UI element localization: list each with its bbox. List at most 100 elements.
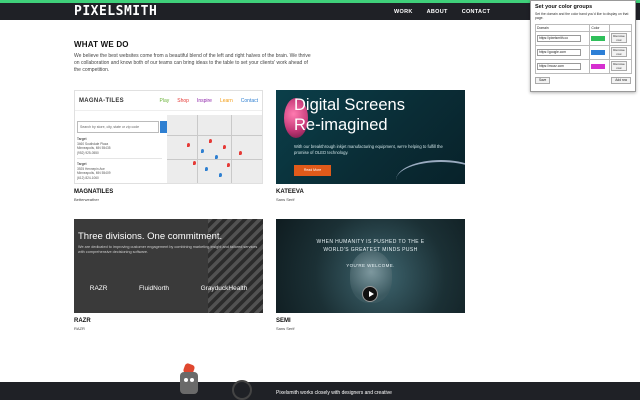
read-more-button: Read More [294, 165, 331, 176]
thumb-link: Shop [177, 97, 189, 104]
thumb-text-line: WHEN HUMANITY IS PUSHED TO THE E [316, 239, 425, 245]
map-pin-icon [219, 173, 222, 177]
thumb-body: With our breakthrough inkjet manufacturi… [294, 144, 443, 155]
headline-line: Re-imagined [294, 116, 388, 134]
color-swatch[interactable] [591, 49, 606, 55]
thumb-body: We are dedicated to improving customer e… [78, 245, 258, 254]
thumb-headline: Digital Screens Re-imagined [294, 95, 405, 135]
project-thumbnail[interactable]: WHEN HUMANITY IS PUSHED TO THE E WORLD'S… [276, 219, 465, 313]
action-cell: Remove row [609, 58, 632, 74]
nav-work[interactable]: WORK [394, 9, 413, 15]
project-subtitle: Sans Serif [276, 197, 295, 202]
map-road [167, 135, 262, 136]
project-thumbnail[interactable]: Three divisions. One commitment. We are … [74, 219, 263, 313]
table-row: https://pixelsmith.co Remove row [534, 30, 632, 46]
store-phone: (952) 925-0550 [77, 150, 99, 155]
map-pin-icon [227, 163, 230, 167]
action-cell: Remove row [609, 30, 632, 46]
map-road [197, 115, 198, 183]
project-subtitle: Betterweather [74, 197, 99, 202]
decorative-arc [396, 160, 465, 184]
thumb-link: Play [159, 97, 170, 104]
column-header-color: Color [589, 23, 611, 32]
action-cell: Remove row [609, 44, 632, 60]
map-pin-icon [209, 139, 212, 143]
color-swatch[interactable] [591, 63, 606, 69]
color-groups-table: Domain Color https://pixelsmith.co Remov… [534, 23, 632, 74]
project-title[interactable]: RAZR [74, 318, 263, 324]
thumb-link: Contact [240, 97, 258, 104]
project-title[interactable]: SEMI [276, 318, 465, 324]
project-title[interactable]: MAGNATILES [74, 189, 263, 195]
thumb-store-list: Target 3460 Southdale Plaza Minneapolis,… [77, 137, 162, 180]
domain-input[interactable]: https://google.com [537, 48, 581, 56]
project-thumbnail[interactable]: MAGNA-TILES Play Shop Inspire Learn Cont… [74, 90, 263, 184]
map-pin-icon [201, 149, 204, 153]
domain-cell: https://mozz.com [534, 58, 591, 74]
brand-logo: GrayduckHealth [200, 285, 248, 292]
section-title: WHAT WE DO [74, 40, 129, 49]
map-road [231, 115, 232, 183]
thumb-map [167, 115, 262, 183]
divider [77, 158, 162, 159]
section-intro: We believe the best websites come from a… [74, 53, 311, 73]
thumb-text-line: YOU'RE WELCOME. [346, 263, 395, 268]
project-thumbnail[interactable]: Digital Screens Re-imagined With our bre… [276, 90, 465, 184]
add-row-button[interactable]: Add row [611, 76, 631, 84]
color-cell [589, 44, 611, 60]
thumb-links: Play Shop Inspire Learn Contact [160, 98, 258, 104]
site-footer: Pixelsmith works closely with designers … [0, 382, 640, 400]
thumb-link: Inspire [196, 97, 212, 104]
color-swatch[interactable] [591, 35, 606, 41]
popup-description: Set the domain and the color band you'd … [535, 12, 629, 21]
robot-mascot-icon [178, 362, 200, 400]
remove-row-button[interactable]: Remove row [611, 47, 628, 58]
thumb-headline: Three divisions. One commitment. [78, 231, 223, 242]
save-button[interactable]: Save [535, 76, 551, 84]
thumb-text-line: WORLD'S GREATEST MINDS PUSH [323, 247, 418, 253]
store-phone: (612) 824-1060 [77, 175, 99, 180]
headline-line: Digital Screens [294, 96, 405, 114]
column-header-actions [609, 23, 632, 32]
project-title[interactable]: KATEEVA [276, 189, 465, 195]
play-icon[interactable] [362, 286, 378, 302]
domain-input[interactable]: https://mozz.com [537, 62, 581, 70]
domain-input[interactable]: https://pixelsmith.co [537, 34, 581, 42]
footer-text: Pixelsmith works closely with designers … [276, 390, 392, 396]
nav-about[interactable]: ABOUT [427, 9, 448, 15]
thumb-logo: MAGNA-TILES [79, 97, 124, 104]
color-groups-popup: Set your color groups Set the domain and… [530, 0, 636, 92]
brand-logo: FluidNorth [139, 285, 170, 292]
project-subtitle: RAZR [74, 326, 85, 331]
project-card-magnatiles[interactable]: MAGNA-TILES Play Shop Inspire Learn Cont… [74, 90, 263, 202]
table-row: https://google.com Remove row [534, 44, 632, 60]
remove-row-button[interactable]: Remove row [611, 33, 628, 44]
popup-title: Set your color groups [535, 4, 593, 10]
nav-contact[interactable]: CONTACT [462, 9, 491, 15]
map-pin-icon [187, 143, 190, 147]
list-item: Target 3460 Southdale Plaza Minneapolis,… [77, 137, 162, 155]
map-pin-icon [223, 145, 226, 149]
map-road [167, 159, 262, 160]
color-cell [589, 30, 611, 46]
domain-cell: https://pixelsmith.co [534, 30, 591, 46]
project-card-razr[interactable]: Three divisions. One commitment. We are … [74, 219, 263, 331]
map-pin-icon [239, 151, 242, 155]
remove-row-button[interactable]: Remove row [611, 61, 628, 72]
project-card-semi[interactable]: WHEN HUMANITY IS PUSHED TO THE E WORLD'S… [276, 219, 465, 331]
thumb-search-field: Search by store, city, state or zip code [77, 121, 159, 133]
brand-logo: RAZR [89, 285, 108, 292]
site-logo[interactable]: PIXELSMITH [74, 4, 157, 19]
project-card-kateeva[interactable]: Digital Screens Re-imagined With our bre… [276, 90, 465, 202]
map-pin-icon [215, 155, 218, 159]
robot-head [180, 372, 198, 394]
column-header-domain: Domain [534, 23, 591, 32]
table-header-row: Domain Color [534, 23, 632, 32]
popup-actions: Save Add row [535, 76, 631, 84]
map-pin-icon [205, 167, 208, 171]
thumb-link: Learn [219, 97, 233, 104]
color-cell [589, 58, 611, 74]
thumb-nav: MAGNA-TILES Play Shop Inspire Learn Cont… [75, 91, 262, 111]
robot-eye [190, 378, 194, 382]
list-item: Target 3925 Hennepin Ave Minneapolis, MN… [77, 162, 162, 180]
